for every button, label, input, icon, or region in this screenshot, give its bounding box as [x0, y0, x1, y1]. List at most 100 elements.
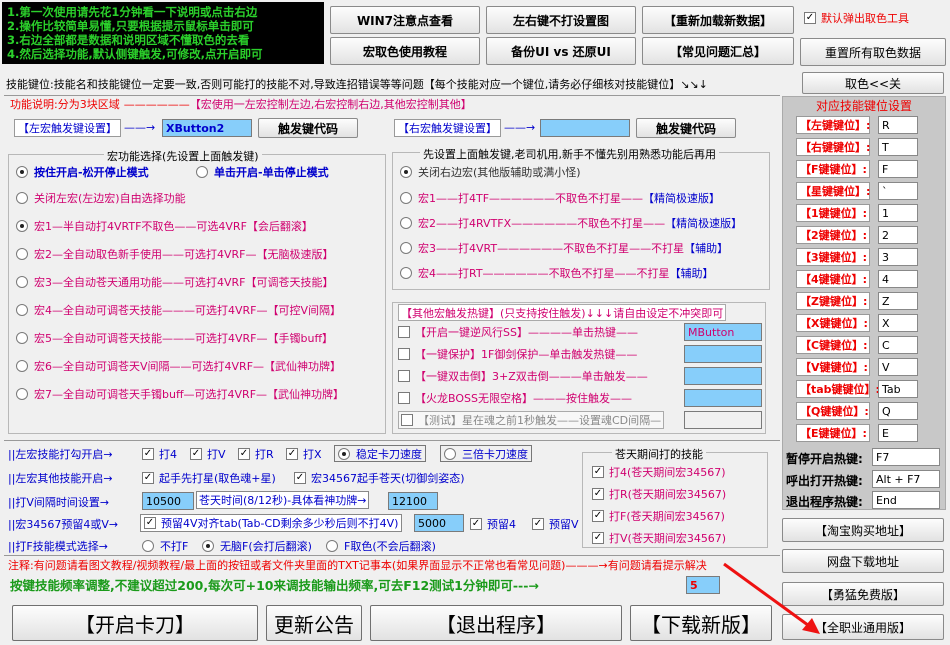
check-icon: ✓: [804, 12, 816, 24]
exit-button[interactable]: 【退出程序】: [370, 605, 622, 641]
hotkey-row[interactable]: 【火龙BOSS无限空格】 ———按住触发——: [398, 390, 632, 406]
reserve-v-check[interactable]: ✓ 预留V: [532, 516, 579, 532]
skill-check-r[interactable]: ✓ 打R: [238, 446, 274, 462]
radio-icon: [400, 166, 412, 178]
left-macro-option[interactable]: 宏2—全自动取色新手使用——可选打4VRF— 【无脑极速版】: [16, 246, 334, 262]
r1-label: ||左宏技能打勾开启→: [8, 448, 113, 461]
hotkey-row[interactable]: 【开启一键逆风行SS】 ————单击热键——: [398, 324, 638, 340]
right-macro-option[interactable]: 关闭右边宏(其他版辅助或满小怪): [400, 164, 581, 180]
left-trigger-code-button[interactable]: 触发键代码: [258, 118, 358, 138]
backup-ui-button[interactable]: 备份UI vs 还原UI: [486, 37, 636, 65]
no-f-radio[interactable]: 不打F: [142, 538, 188, 554]
skill-check-4[interactable]: ✓ 打4: [142, 446, 177, 462]
other-hotkeys-title: 【其他宏触发热键】(只支持按住触发)↓↓↓请自由设定不冲突即可: [398, 304, 727, 321]
default-popup-checkbox[interactable]: ✓ 默认弹出取色工具: [804, 10, 909, 26]
left-macro-option[interactable]: 宏3—全自动苍天通用功能——可选打4VRF 【可调苍天技能】: [16, 274, 334, 290]
pause-input[interactable]: F7: [872, 448, 940, 466]
key-input[interactable]: Z: [878, 292, 918, 310]
side-title: 对应技能键位设置: [815, 99, 912, 113]
key-input[interactable]: C: [878, 336, 918, 354]
hold-mode-radio[interactable]: 按住开启-松开停止模式: [16, 164, 149, 180]
key-input[interactable]: 1: [878, 204, 918, 222]
radio-icon: [338, 447, 350, 460]
check-icon: ✓: [294, 472, 306, 484]
hotkey-row-test[interactable]: 【测试】星在魂之前1秒触发——设置魂CD间隔—: [398, 411, 665, 429]
right-macro-option[interactable]: 宏3——打4VRT—————— 不取色不打星——不打星 【辅助】: [400, 240, 728, 256]
key-input[interactable]: T: [878, 138, 918, 156]
skill-check-v[interactable]: ✓ 打V: [190, 446, 226, 462]
key-input[interactable]: 4: [878, 270, 918, 288]
key-label: 【C键键位】:: [796, 336, 870, 354]
right-macro-option[interactable]: 宏1——打4TF—————— 不取色不打星—— 【精简极速版】: [400, 190, 720, 206]
key-input[interactable]: E: [878, 424, 918, 442]
key-input[interactable]: Q: [878, 402, 918, 420]
key-input[interactable]: V: [878, 358, 918, 376]
freq-input[interactable]: 5: [686, 576, 720, 594]
update-button[interactable]: 更新公告: [266, 605, 362, 641]
reserve-tab-check[interactable]: ✓ 预留4V对齐tab(Tab-CD剩余多少秒后则不打4V): [140, 514, 403, 532]
right-trigger-code-button[interactable]: 触发键代码: [636, 118, 736, 138]
win7-button[interactable]: WIN7注意点查看: [330, 6, 480, 34]
key-input[interactable]: X: [878, 314, 918, 332]
hotkey-input-test[interactable]: [684, 411, 762, 429]
cangtian-skill-check[interactable]: ✓ 打R(苍天期间宏34567): [592, 486, 726, 502]
key-input[interactable]: F: [878, 160, 918, 178]
exitp-input[interactable]: End: [872, 491, 940, 509]
left-macro-option[interactable]: 宏6—全自动可调苍天V间隔——可选打4VRF— 【武仙神功牌】: [16, 358, 341, 374]
hotkey-input[interactable]: [684, 345, 762, 363]
hotkey-input[interactable]: [684, 389, 762, 407]
call-input[interactable]: Alt + F7: [872, 470, 940, 488]
cangtian-skill-check[interactable]: ✓ 打4(苍天期间宏34567): [592, 464, 726, 480]
hotkey-input[interactable]: [684, 367, 762, 385]
key-input[interactable]: 2: [878, 226, 918, 244]
reserve-4-check[interactable]: ✓ 预留4: [470, 516, 516, 532]
right-trigger-label: 【右宏触发键设置】: [394, 119, 501, 137]
key-input[interactable]: R: [878, 116, 918, 134]
key-input[interactable]: 3: [878, 248, 918, 266]
triple-speed-radio[interactable]: 三倍卡刀速度: [440, 445, 532, 462]
click-mode-radio[interactable]: 单击开启-单击停止模式: [196, 164, 329, 180]
v-interval-input[interactable]: 10500: [142, 492, 194, 510]
reload-button[interactable]: 【重新加载新数据】: [642, 6, 794, 34]
right-macro-option[interactable]: 宏4——打RT—————— 不取色不打星——不打星 【辅助】: [400, 265, 714, 281]
macro-tutorial-button[interactable]: 宏取色使用教程: [330, 37, 480, 65]
reserve-input[interactable]: 5000: [414, 514, 464, 532]
cangtian-time-input[interactable]: 12100: [388, 492, 438, 510]
left-macro-option[interactable]: 宏5—全自动可调苍天技能———可选打4VRF— 【手镯buff】: [16, 330, 333, 346]
key-label: 【Q键键位】:: [796, 402, 870, 420]
key-input[interactable]: `: [878, 182, 918, 200]
start-star-check[interactable]: ✓ 起手先打星(取色魂+星): [142, 470, 276, 486]
left-macro-option[interactable]: 宏1—半自动打4VRTF不取色——可选4VRF 【会后翻滚】: [16, 218, 313, 234]
brainless-f-radio[interactable]: 无脑F(会打后翻滚): [202, 538, 312, 554]
skill-check-x[interactable]: ✓ 打X: [286, 446, 322, 462]
stable-speed-radio[interactable]: 稳定卡刀速度: [334, 445, 426, 462]
hotkey-row[interactable]: 【一键双击倒】3+Z双击倒 ———单击触发——: [398, 368, 648, 384]
left-macro-option[interactable]: 宏4—全自动可调苍天技能———可选打4VRF— 【可控V间隔】: [16, 302, 341, 318]
start-cangtian-check[interactable]: ✓ 宏34567起手苍天(切御剑姿态): [294, 470, 465, 486]
left-trigger-input[interactable]: XButton2: [162, 119, 252, 137]
radio-icon: [16, 166, 28, 178]
r5-label: ||打F技能模式选择→: [8, 540, 108, 553]
check-icon: ✓: [190, 448, 202, 460]
cangtian-skill-check[interactable]: ✓ 打F(苍天期间宏34567): [592, 508, 725, 524]
start-button[interactable]: 【开启卡刀】: [12, 605, 258, 641]
hotkey-row[interactable]: 【一键保护】1F御剑保护— 单击触发热键——: [398, 346, 637, 362]
f-color-radio[interactable]: F取色(不会后翻滚): [326, 538, 436, 554]
reset-colors-button[interactable]: 重置所有取色数据: [800, 38, 946, 66]
right-macro-option[interactable]: 宏2——打4RVTFX—————— 不取色不打星—— 【精简极速版】: [400, 215, 742, 231]
note-line: 注释:有问题请看图文教程/视频教程/最上面的按钮或者文件夹里面的TXT记事本(如…: [8, 559, 707, 572]
faq-button[interactable]: 【常见问题汇总】: [642, 37, 794, 65]
check-icon: ✓: [592, 510, 604, 522]
cangtian-skill-check[interactable]: ✓ 打V(苍天期间宏34567): [592, 530, 726, 546]
check-icon: ✓: [142, 448, 154, 460]
left-macro-option[interactable]: 关闭左宏(左边宏)自由选择功能: [16, 190, 186, 206]
key-label: 【F键键位】:: [796, 160, 870, 178]
lr-key-button[interactable]: 左右键不打设置图: [486, 6, 636, 34]
right-trigger-input[interactable]: [540, 119, 630, 137]
taobao-button[interactable]: 【淘宝购买地址】: [782, 518, 944, 542]
key-input[interactable]: Tab: [878, 380, 918, 398]
left-macro-option[interactable]: 宏7—全自动可调苍天手镯buff—可选打4VRF— 【武仙神功牌】: [16, 386, 344, 402]
pick-color-button[interactable]: 取色<<关: [802, 72, 944, 94]
hotkey-input[interactable]: MButton: [684, 323, 762, 341]
checkbox-icon: [401, 414, 413, 426]
